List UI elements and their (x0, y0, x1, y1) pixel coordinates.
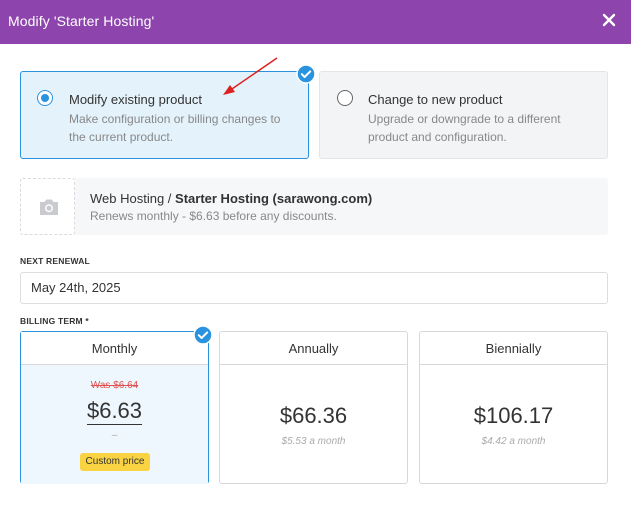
term-name: Biennially (420, 332, 607, 365)
modify-option-title: Modify existing product (69, 92, 202, 107)
product-separator: / (164, 191, 176, 206)
selected-term-check-icon (193, 325, 213, 345)
term-price: $6.63 (21, 398, 208, 425)
term-per-month: $4.42 a month (481, 436, 546, 447)
next-renewal-label: NEXT RENEWAL (20, 256, 90, 266)
modal-title: Modify 'Starter Hosting' (8, 13, 155, 29)
term-price: $106.17 (473, 403, 554, 428)
product-category: Web Hosting (90, 191, 165, 206)
change-option-description: Upgrade or downgrade to a different prod… (368, 112, 561, 144)
product-renewal-info: Renews monthly - $6.63 before any discou… (90, 209, 337, 223)
term-price-value: $6.63 (86, 398, 143, 425)
modal-header: Modify 'Starter Hosting' (0, 0, 631, 44)
billing-term-label: BILLING TERM * (20, 316, 89, 326)
close-icon[interactable] (598, 9, 620, 31)
custom-price-badge: Custom price (80, 453, 150, 471)
term-card-monthly[interactable]: Monthly Was $6.64 $6.63 – Custom price (20, 331, 209, 484)
term-name: Monthly (21, 332, 208, 365)
term-subtext: – (111, 430, 118, 441)
change-product-option[interactable]: Change to new product Upgrade or downgra… (319, 71, 608, 159)
term-price: $66.36 (279, 403, 348, 428)
product-summary: Web Hosting / Starter Hosting (sarawong.… (20, 178, 608, 235)
was-price: Was $6.64 (90, 380, 139, 391)
product-name: Web Hosting / Starter Hosting (sarawong.… (90, 191, 372, 206)
modify-option-description: Make configuration or billing changes to… (69, 112, 281, 144)
change-option-title: Change to new product (368, 92, 503, 107)
modify-radio-selected[interactable] (37, 90, 53, 106)
next-renewal-field[interactable]: May 24th, 2025 (20, 272, 608, 304)
annotation-arrow-icon (223, 57, 278, 95)
selected-check-icon (296, 64, 316, 84)
term-card-biennially[interactable]: Biennially $106.17 $4.42 a month (419, 331, 608, 484)
change-radio[interactable] (337, 90, 353, 106)
term-name: Annually (220, 332, 407, 365)
product-image-placeholder (20, 178, 75, 235)
term-per-month: $5.53 a month (281, 436, 346, 447)
camera-icon (40, 199, 58, 215)
product-title: Starter Hosting (sarawong.com) (175, 191, 373, 206)
term-card-annually[interactable]: Annually $66.36 $5.53 a month (219, 331, 408, 484)
